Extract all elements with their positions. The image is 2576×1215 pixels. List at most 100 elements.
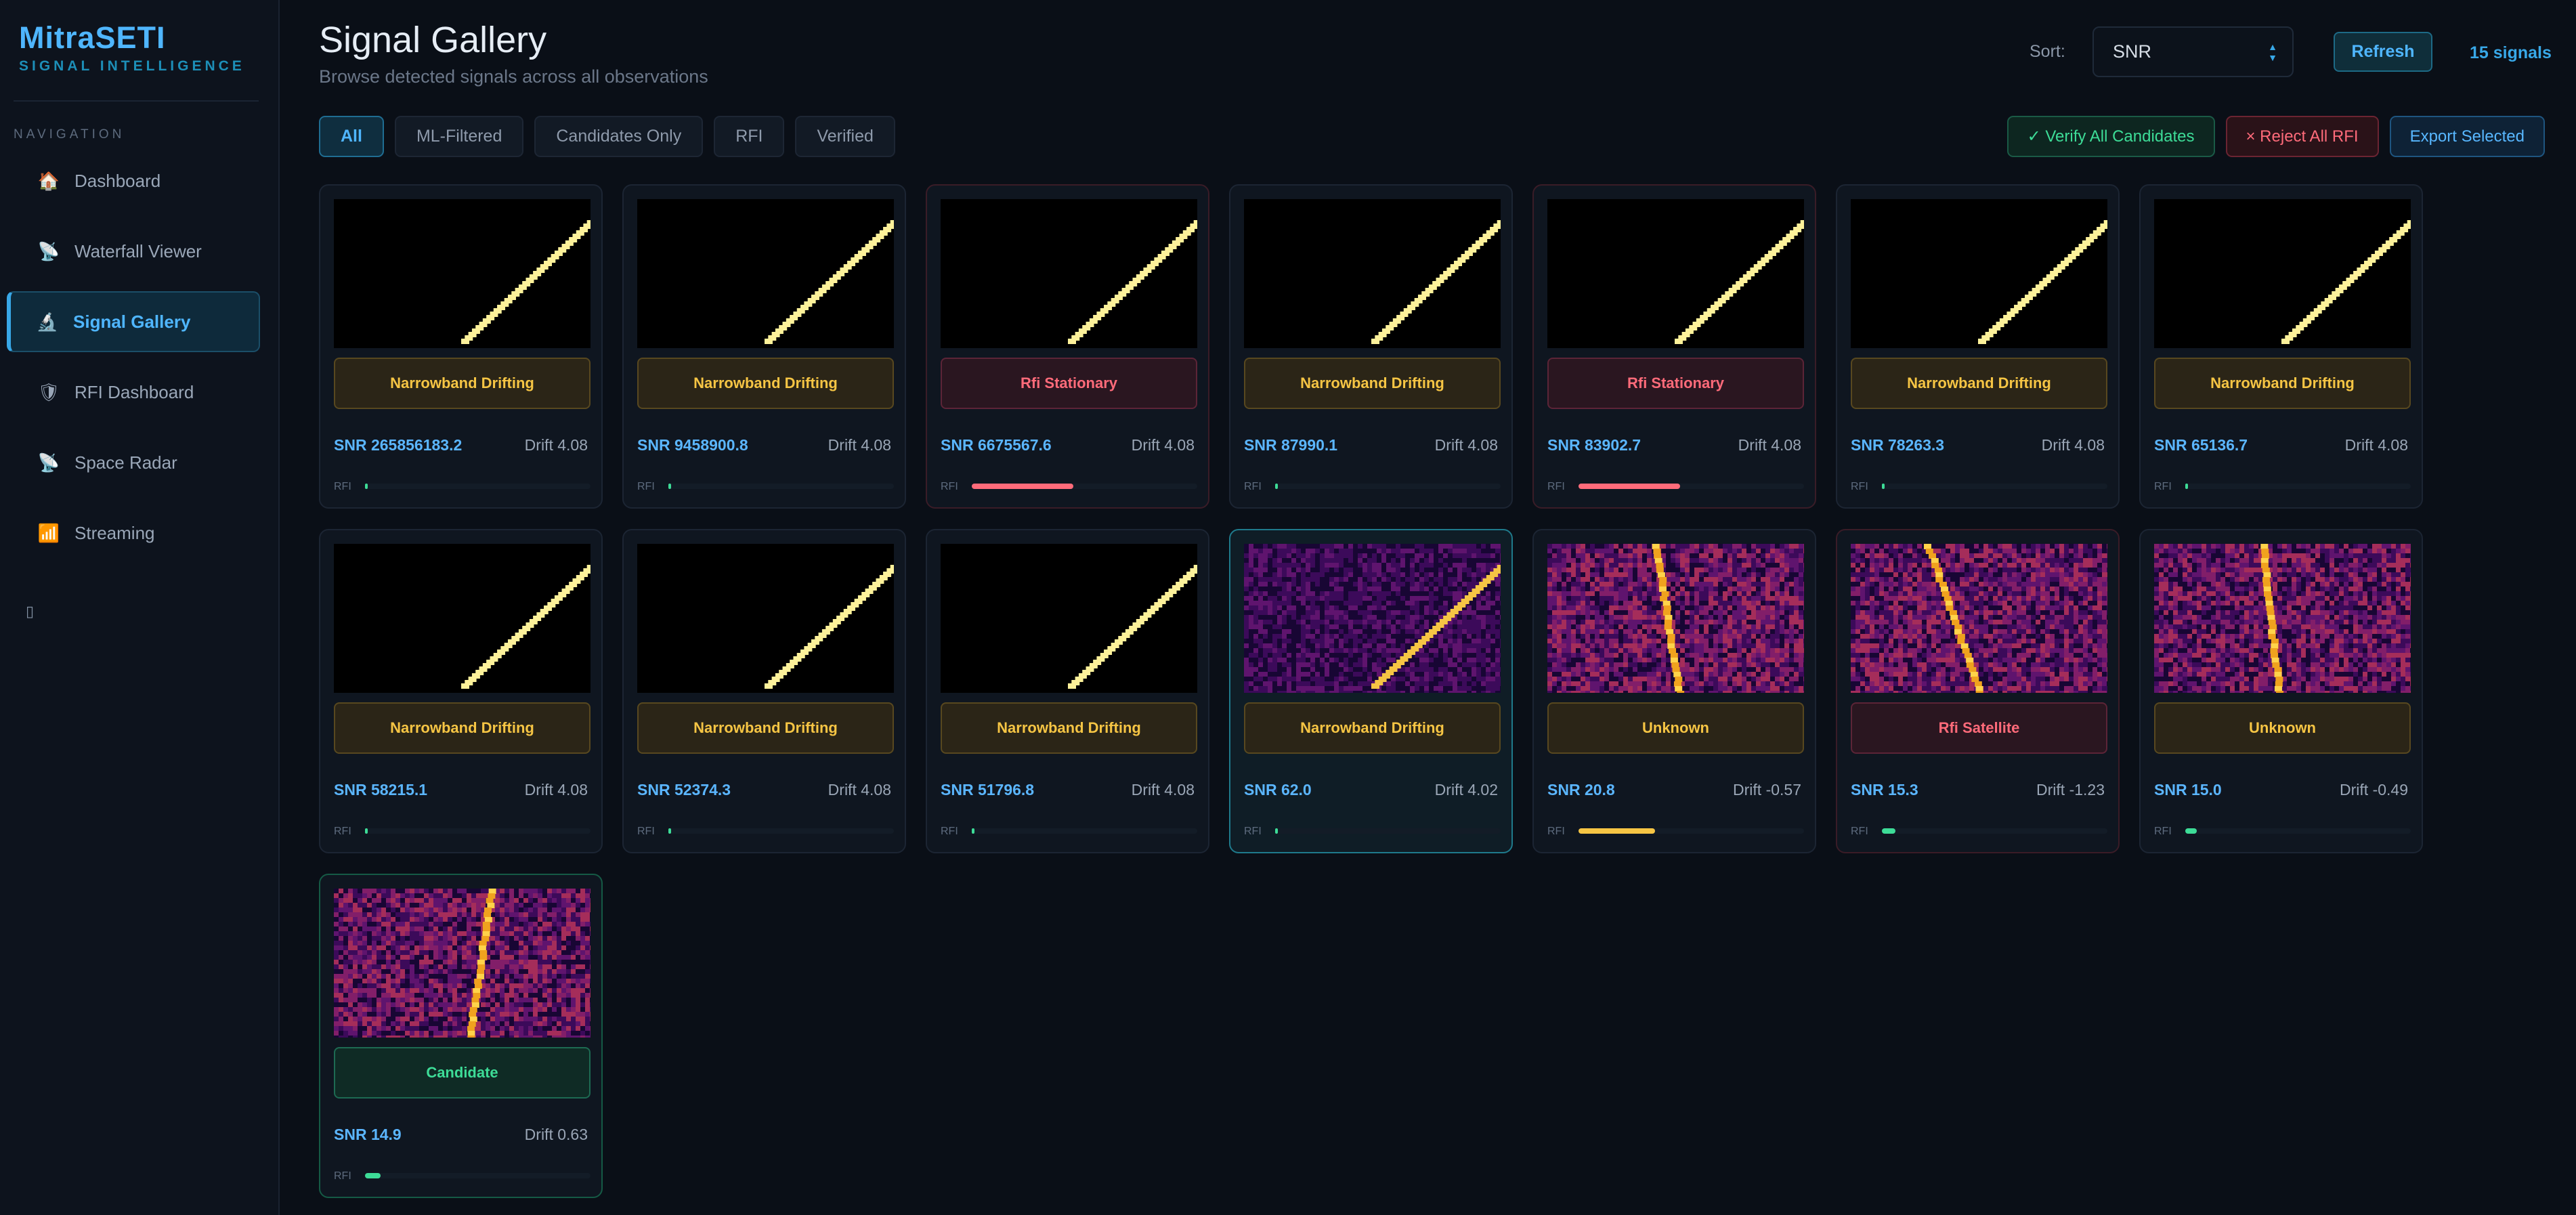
waterfall-plot <box>1068 220 1197 344</box>
signal-card[interactable]: Narrowband Drifting SNR 52374.3 Drift 4.08… <box>622 529 906 853</box>
snr-value: SNR 65136.7 <box>2154 436 2248 454</box>
rfi-score-fill <box>972 484 1073 489</box>
app-logo-title[interactable]: MitraSETI <box>19 20 245 56</box>
sidebar-item-streaming[interactable]: 📶 Streaming <box>7 503 260 563</box>
signal-card[interactable]: Rfi Stationary SNR 83902.7 Drift 4.08 RFI <box>1532 184 1816 509</box>
signal-card[interactable]: Narrowband Drifting SNR 9458900.8 Drift 4.… <box>622 184 906 509</box>
classification-badge: Narrowband Drifting <box>941 702 1197 754</box>
filter-verified[interactable]: Verified <box>795 116 895 157</box>
filter-all[interactable]: All <box>319 116 384 157</box>
rfi-score-fill <box>668 484 671 489</box>
reject-all-rfi-button[interactable]: × Reject All RFI <box>2225 116 2379 157</box>
filter-candidates-only[interactable]: Candidates Only <box>534 116 704 157</box>
signal-thumbnail[interactable] <box>1851 544 2107 693</box>
signal-thumbnail[interactable] <box>941 199 1197 348</box>
satellite-dish-icon: 📡 <box>37 452 60 473</box>
signal-thumbnail[interactable] <box>334 544 591 693</box>
signal-card[interactable]: Narrowband Drifting SNR 265856183.2 Drift … <box>319 184 603 509</box>
sidebar-divider <box>14 100 259 102</box>
drift-value: Drift 4.08 <box>2344 436 2408 454</box>
rfi-score-bar <box>1275 828 1501 834</box>
sort-selected-value: SNR <box>2113 41 2152 62</box>
signal-card[interactable]: Narrowband Drifting SNR 51796.8 Drift 4.08… <box>926 529 1209 853</box>
refresh-button[interactable]: Refresh <box>2334 32 2432 72</box>
rfi-score-label: RFI <box>941 481 958 492</box>
rfi-score-fill <box>1579 828 1655 834</box>
classification-badge: Rfi Stationary <box>941 358 1197 409</box>
brand: MitraSETI SIGNAL INTELLIGENCE <box>19 20 245 74</box>
signal-thumbnail[interactable] <box>1244 199 1501 348</box>
signal-thumbnail[interactable] <box>1547 199 1804 348</box>
drift-value: Drift 4.08 <box>828 781 891 798</box>
snr-value: SNR 15.3 <box>1851 781 1918 798</box>
export-selected-button[interactable]: Export Selected <box>2389 116 2545 157</box>
rfi-score-bar <box>1882 484 2107 489</box>
rfi-score-label: RFI <box>637 826 655 837</box>
signal-thumbnail[interactable] <box>2154 544 2411 693</box>
drift-value: Drift 4.08 <box>2041 436 2105 454</box>
rfi-score-bar <box>365 828 591 834</box>
waterfall-plot <box>461 565 591 689</box>
filter-rfi[interactable]: RFI <box>714 116 785 157</box>
drift-value: Drift 4.02 <box>1434 781 1498 798</box>
rfi-score-bar <box>1275 484 1501 489</box>
classification-badge: Rfi Satellite <box>1851 702 2107 754</box>
rfi-score-label: RFI <box>1547 481 1565 492</box>
signal-card[interactable]: Unknown SNR 20.8 Drift -0.57 RFI <box>1532 529 1816 853</box>
sidebar-item-signal-gallery[interactable]: 🔬 Signal Gallery <box>7 291 260 352</box>
sidebar-item-label: Streaming <box>74 522 155 543</box>
snr-value: SNR 9458900.8 <box>637 436 748 454</box>
signal-thumbnail[interactable] <box>1244 544 1501 693</box>
drift-value: Drift 4.08 <box>1434 436 1498 454</box>
rfi-score-bar <box>2185 484 2411 489</box>
sort-select[interactable]: SNR ▲ ▼ <box>2092 26 2294 77</box>
verify-all-candidates-button[interactable]: ✓ Verify All Candidates <box>2006 116 2215 157</box>
rfi-score-label: RFI <box>1244 826 1262 837</box>
drift-value: Drift 4.08 <box>1131 436 1195 454</box>
drift-value: Drift 4.08 <box>828 436 891 454</box>
sidebar-item-waterfall-viewer[interactable]: 📡 Waterfall Viewer <box>7 221 260 282</box>
filter-ml-filtered[interactable]: ML-Filtered <box>394 116 524 157</box>
sidebar-item-space-radar[interactable]: 📡 Space Radar <box>7 432 260 493</box>
snr-value: SNR 20.8 <box>1547 781 1615 798</box>
waterfall-plot <box>1371 220 1501 344</box>
rfi-score-bar <box>668 484 894 489</box>
signal-thumbnail[interactable] <box>334 199 591 348</box>
waterfall-plot <box>1978 220 2107 344</box>
signal-thumbnail[interactable] <box>1851 199 2107 348</box>
signal-card[interactable]: Narrowband Drifting SNR 87990.1 Drift 4.08… <box>1229 184 1513 509</box>
signal-card[interactable]: Rfi Satellite SNR 15.3 Drift -1.23 RFI <box>1836 529 2120 853</box>
signal-thumbnail[interactable] <box>1547 544 1804 693</box>
waterfall-plot <box>2281 220 2411 344</box>
drift-value: Drift -0.49 <box>2340 781 2408 798</box>
drift-value: Drift 4.08 <box>1738 436 1801 454</box>
collapse-sidebar-icon[interactable]: ▯ <box>26 603 34 620</box>
rfi-score-fill <box>365 828 368 834</box>
house-icon: 🏠 <box>37 170 60 191</box>
signal-thumbnail[interactable] <box>637 544 894 693</box>
rfi-score-label: RFI <box>1851 481 1868 492</box>
rfi-score-fill <box>365 484 368 489</box>
signal-card[interactable]: Unknown SNR 15.0 Drift -0.49 RFI <box>2139 529 2423 853</box>
snr-value: SNR 6675567.6 <box>941 436 1052 454</box>
signal-thumbnail[interactable] <box>334 889 591 1038</box>
signal-card[interactable]: Candidate SNR 14.9 Drift 0.63 RFI <box>319 874 603 1198</box>
snr-value: SNR 83902.7 <box>1547 436 1641 454</box>
page-subtitle: Browse detected signals across all obser… <box>319 66 708 87</box>
drift-value: Drift -1.23 <box>2036 781 2105 798</box>
signal-thumbnail[interactable] <box>2154 199 2411 348</box>
sidebar-item-dashboard[interactable]: 🏠 Dashboard <box>7 150 260 211</box>
signal-thumbnail[interactable] <box>941 544 1197 693</box>
classification-badge: Unknown <box>2154 702 2411 754</box>
signal-card[interactable]: Narrowband Drifting SNR 78263.3 Drift 4.08… <box>1836 184 2120 509</box>
snr-value: SNR 265856183.2 <box>334 436 463 454</box>
signal-card[interactable]: Narrowband Drifting SNR 65136.7 Drift 4.08… <box>2139 184 2423 509</box>
signal-card[interactable]: Narrowband Drifting SNR 58215.1 Drift 4.08… <box>319 529 603 853</box>
signal-card[interactable]: Rfi Stationary SNR 6675567.6 Drift 4.08 RFI <box>926 184 1209 509</box>
signal-thumbnail[interactable] <box>637 199 894 348</box>
sidebar: MitraSETI SIGNAL INTELLIGENCE NAVIGATION… <box>0 0 280 1215</box>
classification-badge: Narrowband Drifting <box>1244 702 1501 754</box>
signal-card[interactable]: Narrowband Drifting SNR 62.0 Drift 4.02 RFI <box>1229 529 1513 853</box>
drift-value: Drift 4.08 <box>524 436 588 454</box>
sidebar-item-rfi-dashboard[interactable]: 🛡 RFI Dashboard <box>7 362 260 423</box>
